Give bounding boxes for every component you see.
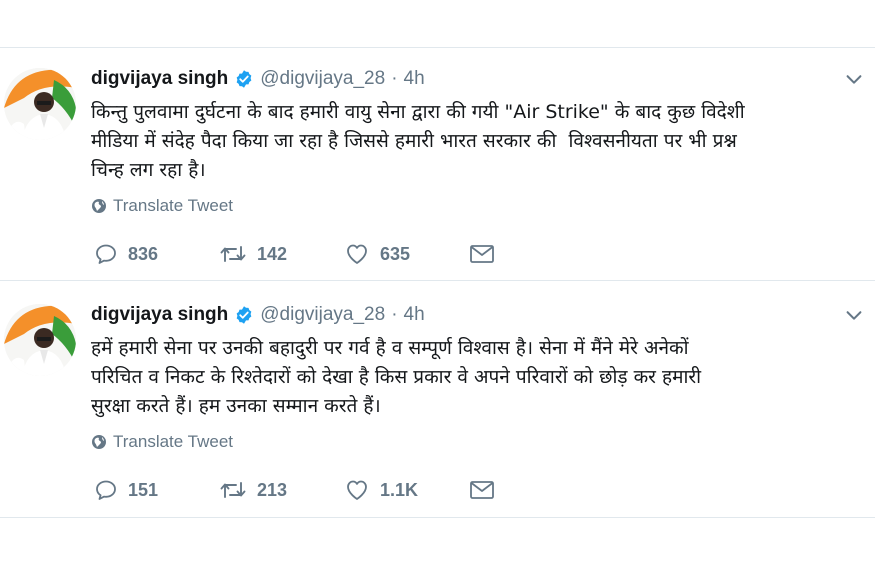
tweet-actions: 151 213 1.1K: [94, 478, 594, 502]
like-button[interactable]: 1.1K: [344, 478, 469, 502]
avatar-image: [4, 304, 76, 376]
author-name[interactable]: digvijaya singh: [91, 68, 228, 90]
heart-icon: [347, 480, 367, 500]
translate-label: Translate Tweet: [113, 432, 234, 451]
tweet-text: किन्तु पुलवामा दुर्घटना के बाद हमारी वाय…: [91, 101, 745, 181]
retweet-count: 213: [257, 479, 288, 500]
envelope-icon: [470, 245, 494, 263]
avatar[interactable]: [4, 68, 76, 140]
avatar[interactable]: [4, 304, 76, 376]
tweet-timestamp[interactable]: 4h: [404, 68, 425, 90]
globe-icon: [91, 434, 107, 450]
chevron-down-icon[interactable]: [843, 304, 865, 326]
reply-count: 151: [128, 479, 159, 500]
tweet-header: digvijaya singh @digvijaya_28 · 4h: [91, 64, 425, 94]
divider-bottom: [0, 517, 875, 518]
tweet-timestamp[interactable]: 4h: [404, 304, 425, 326]
globe-icon: [91, 198, 107, 214]
translate-tweet-link[interactable]: Translate Tweet: [91, 196, 233, 216]
author-name[interactable]: digvijaya singh: [91, 304, 228, 326]
chevron-down-icon[interactable]: [843, 68, 865, 90]
translate-label: Translate Tweet: [113, 196, 234, 215]
heart-icon: [347, 244, 367, 264]
tweet-actions: 836 142 635: [94, 242, 594, 266]
separator-dot: ·: [391, 68, 398, 89]
direct-message-button[interactable]: [469, 479, 594, 501]
like-count: 1.1K: [380, 479, 419, 500]
separator-dot: ·: [391, 304, 398, 325]
tweet-text: हमें हमारी सेना पर उनकी बहादुरी पर गर्व …: [91, 337, 702, 417]
author-handle[interactable]: @digvijaya_28: [260, 68, 385, 90]
retweet-icon: [220, 246, 246, 262]
avatar-image: [4, 68, 76, 140]
reply-count: 836: [128, 243, 159, 264]
like-count: 635: [380, 243, 411, 264]
retweet-count: 142: [257, 243, 288, 264]
envelope-icon: [470, 481, 494, 499]
retweet-button[interactable]: 213: [219, 478, 344, 502]
verified-badge-icon: [234, 69, 254, 89]
retweet-button[interactable]: 142: [219, 242, 344, 266]
reply-icon: [96, 480, 116, 500]
reply-button[interactable]: 836: [94, 242, 219, 266]
direct-message-button[interactable]: [469, 243, 594, 265]
reply-button[interactable]: 151: [94, 478, 219, 502]
reply-icon: [96, 244, 116, 264]
tweet[interactable]: digvijaya singh @digvijaya_28 · 4h किन्त…: [0, 48, 875, 284]
tweet-feed: digvijaya singh @digvijaya_28 · 4h किन्त…: [0, 0, 875, 583]
divider-between-tweets: [0, 280, 875, 281]
like-button[interactable]: 635: [344, 242, 469, 266]
tweet[interactable]: digvijaya singh @digvijaya_28 · 4h हमें …: [0, 284, 875, 520]
tweet-header: digvijaya singh @digvijaya_28 · 4h: [91, 300, 425, 330]
retweet-icon: [220, 482, 246, 498]
verified-badge-icon: [234, 305, 254, 325]
translate-tweet-link[interactable]: Translate Tweet: [91, 432, 233, 452]
author-handle[interactable]: @digvijaya_28: [260, 304, 385, 326]
